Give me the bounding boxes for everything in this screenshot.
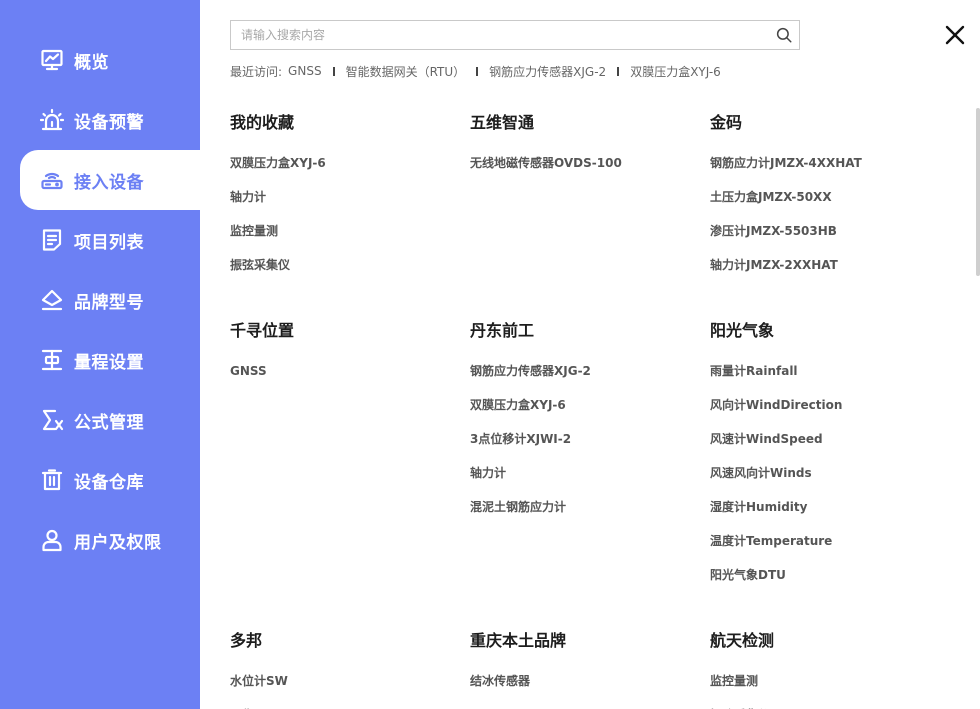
alarm-icon: [40, 108, 64, 132]
router-icon: [40, 168, 64, 192]
brand-group-dandong: 丹东前工 钢筋应力传感器XJG-2 双膜压力盒XYJ-6 3点位移计XJWI-2…: [470, 320, 700, 524]
search-box: [230, 20, 800, 50]
search-icon[interactable]: [769, 21, 799, 49]
device-link[interactable]: 轴力计: [470, 456, 700, 490]
user-icon: [40, 528, 64, 552]
device-link[interactable]: 土压力盒JMZX-50XX: [710, 180, 940, 214]
group-title: 丹东前工: [470, 321, 535, 340]
device-link[interactable]: 图像IMAGE: [230, 698, 460, 709]
device-link[interactable]: 风速风向计Winds: [710, 456, 940, 490]
recent-label: 最近访问:: [230, 64, 283, 79]
device-link[interactable]: 阳光气象DTU: [710, 558, 940, 592]
sidebar-item-range-settings[interactable]: 量程设置: [20, 330, 200, 390]
separator: [617, 66, 620, 76]
main-panel: 最近访问: GNSS 智能数据网关（RTU） 钢筋应力传感器XJG-2 双膜压力…: [200, 0, 980, 709]
sidebar-item-brand-model[interactable]: 品牌型号: [20, 270, 200, 330]
sidebar-item-label: 品牌型号: [74, 292, 144, 313]
group-title: 航天检测: [710, 631, 775, 650]
sidebar-item-formula-management[interactable]: 公式管理: [20, 390, 200, 450]
sidebar-item-label: 量程设置: [74, 352, 144, 373]
device-link[interactable]: 渗压计JMZX-5503HB: [710, 214, 940, 248]
brand-group-chongqing-local: 重庆本土品牌 结冰传感器: [470, 630, 700, 698]
group-title: 多邦: [230, 631, 263, 650]
brand-group-aerospace-inspection: 航天检测 监控量测 振弦采集仪: [710, 630, 940, 709]
sidebar-item-users-permissions[interactable]: 用户及权限: [20, 510, 200, 570]
device-link[interactable]: 风速计WindSpeed: [710, 422, 940, 456]
device-link[interactable]: 轴力计: [230, 180, 460, 214]
sidebar-item-label: 概览: [74, 52, 109, 73]
device-link[interactable]: 钢筋应力计JMZX-4XXHAT: [710, 146, 940, 180]
device-link[interactable]: 监控量测: [230, 214, 460, 248]
formula-icon: [40, 408, 64, 432]
device-link[interactable]: 混泥土钢筋应力计: [470, 490, 700, 524]
device-link[interactable]: GNSS: [230, 354, 460, 388]
close-icon[interactable]: [944, 24, 966, 46]
sidebar-item-connected-devices[interactable]: 接入设备: [20, 150, 200, 210]
sidebar-item-label: 项目列表: [74, 232, 144, 253]
brand-group-duobang: 多邦 水位计SW 图像IMAGE: [230, 630, 460, 709]
group-title: 重庆本土品牌: [470, 631, 567, 650]
device-link[interactable]: 监控量测: [710, 664, 940, 698]
device-link[interactable]: 双膜压力盒XYJ-6: [470, 388, 700, 422]
device-link[interactable]: 风向计WindDirection: [710, 388, 940, 422]
app-window: 概览 设备预警 接入设备 项目列表 品牌型号 量程设置 公式管理 设备仓库 用户…: [0, 0, 980, 709]
brand-group-qianxun: 千寻位置 GNSS: [230, 320, 460, 388]
group-title: 金码: [710, 113, 743, 132]
device-link[interactable]: 3点位移计XJWI-2: [470, 422, 700, 456]
device-link[interactable]: 无线地磁传感器OVDS-100: [470, 146, 700, 180]
sidebar-item-label: 用户及权限: [74, 532, 162, 553]
sidebar-item-label: 设备预警: [74, 112, 144, 133]
device-link[interactable]: 温度计Temperature: [710, 524, 940, 558]
search-input[interactable]: [231, 21, 769, 49]
sidebar-item-label: 接入设备: [74, 172, 144, 193]
device-link[interactable]: 钢筋应力传感器XJG-2: [470, 354, 700, 388]
sidebar-item-device-alarm[interactable]: 设备预警: [20, 90, 200, 150]
group-title: 五维智通: [470, 113, 535, 132]
device-link[interactable]: 水位计SW: [230, 664, 460, 698]
trash-bin-icon: [40, 468, 64, 492]
sidebar-item-label: 公式管理: [74, 412, 144, 433]
separator: [476, 66, 479, 76]
device-link[interactable]: 雨量计Rainfall: [710, 354, 940, 388]
recent-item[interactable]: 钢筋应力传感器XJG-2: [489, 63, 606, 80]
group-title: 千寻位置: [230, 321, 295, 340]
document-list-icon: [40, 228, 64, 252]
brand-group-favorites: 我的收藏 双膜压力盒XYJ-6 轴力计 监控量测 振弦采集仪: [230, 112, 460, 282]
group-title: 阳光气象: [710, 321, 775, 340]
recent-item[interactable]: GNSS: [288, 64, 322, 78]
brand-group-wuwei: 五维智通 无线地磁传感器OVDS-100: [470, 112, 700, 180]
device-link[interactable]: 双膜压力盒XYJ-6: [230, 146, 460, 180]
sidebar: 概览 设备预警 接入设备 项目列表 品牌型号 量程设置 公式管理 设备仓库 用户…: [0, 0, 200, 709]
device-link[interactable]: 轴力计JMZX-2XXHAT: [710, 248, 940, 282]
range-icon: [40, 348, 64, 372]
group-title: 我的收藏: [230, 113, 295, 132]
scrollbar-thumb[interactable]: [976, 108, 980, 276]
device-link[interactable]: 振弦采集仪: [710, 698, 940, 709]
recent-item[interactable]: 智能数据网关（RTU）: [346, 63, 466, 80]
sidebar-item-overview[interactable]: 概览: [20, 30, 200, 90]
brand-icon: [40, 288, 64, 312]
chart-board-icon: [40, 48, 64, 72]
separator: [332, 66, 335, 76]
device-link[interactable]: 湿度计Humidity: [710, 490, 940, 524]
brand-group-sunshine-weather: 阳光气象 雨量计Rainfall 风向计WindDirection 风速计Win…: [710, 320, 940, 592]
brand-group-jinma: 金码 钢筋应力计JMZX-4XXHAT 土压力盒JMZX-50XX 渗压计JMZ…: [710, 112, 940, 282]
sidebar-item-label: 设备仓库: [74, 472, 144, 493]
sidebar-item-device-warehouse[interactable]: 设备仓库: [20, 450, 200, 510]
sidebar-item-project-list[interactable]: 项目列表: [20, 210, 200, 270]
device-link[interactable]: 振弦采集仪: [230, 248, 460, 282]
recent-item[interactable]: 双膜压力盒XYJ-6: [630, 63, 721, 80]
device-link[interactable]: 结冰传感器: [470, 664, 700, 698]
recent-visits: 最近访问: GNSS 智能数据网关（RTU） 钢筋应力传感器XJG-2 双膜压力…: [230, 62, 721, 80]
